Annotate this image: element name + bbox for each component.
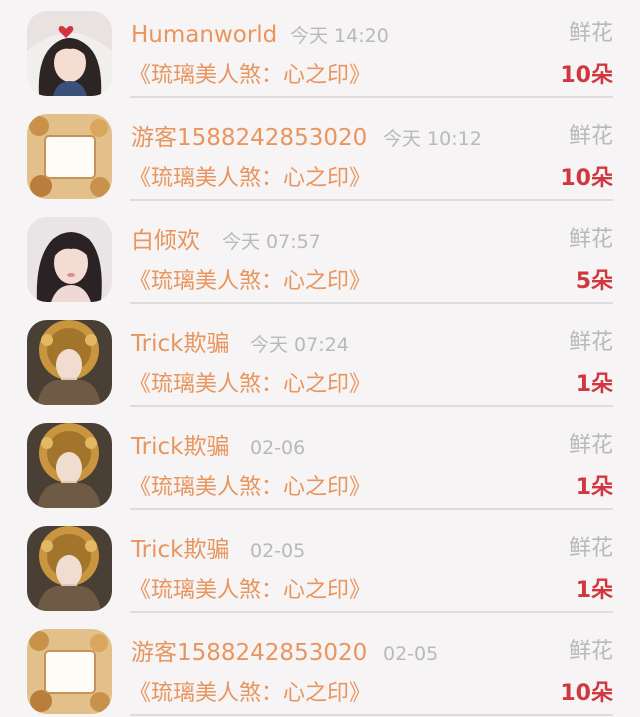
- avatar[interactable]: [27, 217, 112, 302]
- gift-type: 鲜花: [568, 124, 613, 149]
- girl-heart-avatar-icon: [27, 11, 112, 96]
- avatar[interactable]: [27, 11, 112, 96]
- gift-type: 鲜花: [568, 227, 613, 252]
- row-divider: [130, 302, 613, 304]
- ornate-headdress-avatar-icon: [27, 320, 112, 405]
- username[interactable]: 游客1588242853020: [131, 638, 367, 668]
- book-title[interactable]: 《琉璃美人煞：心之印》: [129, 577, 371, 605]
- book-title[interactable]: 《琉璃美人煞：心之印》: [129, 268, 371, 296]
- row-divider: [130, 96, 613, 98]
- username[interactable]: Trick欺骗: [131, 535, 229, 565]
- timestamp: 02-05: [250, 540, 306, 562]
- gift-record-row[interactable]: Trick欺骗 02-05 鲜花 《琉璃美人煞：心之印》 1朵: [0, 515, 640, 618]
- book-title[interactable]: 《琉璃美人煞：心之印》: [129, 474, 371, 502]
- row-divider: [130, 714, 613, 716]
- avatar[interactable]: [27, 526, 112, 611]
- gift-count: 5朵: [575, 269, 613, 294]
- timestamp: 今天 10:12: [383, 128, 482, 150]
- gift-record-row[interactable]: 白倾欢 今天 07:57 鲜花 《琉璃美人煞：心之印》 5朵: [0, 206, 640, 309]
- woman-portrait-avatar-icon: [27, 217, 112, 302]
- timestamp: 今天 07:24: [250, 334, 349, 356]
- timestamp: 今天 07:57: [222, 231, 321, 253]
- gift-type: 鲜花: [568, 536, 613, 561]
- floral-frame-avatar-icon: [27, 114, 112, 199]
- gift-count: 1朵: [575, 475, 613, 500]
- gift-count: 10朵: [560, 681, 613, 706]
- row-divider: [130, 611, 613, 613]
- timestamp: 今天 14:20: [290, 25, 389, 47]
- gift-record-row[interactable]: 游客1588242853020 02-05 鲜花 《琉璃美人煞：心之印》 10朵: [0, 618, 640, 717]
- gift-count: 10朵: [560, 166, 613, 191]
- gift-type: 鲜花: [568, 330, 613, 355]
- avatar[interactable]: [27, 114, 112, 199]
- gift-record-row[interactable]: Trick欺骗 02-06 鲜花 《琉璃美人煞：心之印》 1朵: [0, 412, 640, 515]
- avatar[interactable]: [27, 423, 112, 508]
- gift-type: 鲜花: [568, 21, 613, 46]
- floral-frame-avatar-icon: [27, 629, 112, 714]
- avatar[interactable]: [27, 629, 112, 714]
- gift-record-row[interactable]: Humanworld 今天 14:20 鲜花 《琉璃美人煞：心之印》 10朵: [0, 0, 640, 103]
- timestamp: 02-06: [250, 437, 306, 459]
- row-divider: [130, 508, 613, 510]
- gift-record-row[interactable]: 游客1588242853020 今天 10:12 鲜花 《琉璃美人煞：心之印》 …: [0, 103, 640, 206]
- ornate-headdress-avatar-icon: [27, 423, 112, 508]
- username[interactable]: Trick欺骗: [131, 329, 229, 359]
- gift-count: 1朵: [575, 578, 613, 603]
- gift-count: 1朵: [575, 372, 613, 397]
- username[interactable]: Humanworld: [131, 20, 277, 50]
- book-title[interactable]: 《琉璃美人煞：心之印》: [129, 680, 371, 708]
- book-title[interactable]: 《琉璃美人煞：心之印》: [129, 371, 371, 399]
- book-title[interactable]: 《琉璃美人煞：心之印》: [129, 62, 371, 90]
- avatar[interactable]: [27, 320, 112, 405]
- book-title[interactable]: 《琉璃美人煞：心之印》: [129, 165, 371, 193]
- username[interactable]: 游客1588242853020: [131, 123, 367, 153]
- gift-count: 10朵: [560, 63, 613, 88]
- gift-type: 鲜花: [568, 639, 613, 664]
- gift-record-list: Humanworld 今天 14:20 鲜花 《琉璃美人煞：心之印》 10朵 游…: [0, 0, 640, 717]
- gift-record-row[interactable]: Trick欺骗 今天 07:24 鲜花 《琉璃美人煞：心之印》 1朵: [0, 309, 640, 412]
- ornate-headdress-avatar-icon: [27, 526, 112, 611]
- row-divider: [130, 405, 613, 407]
- gift-type: 鲜花: [568, 433, 613, 458]
- username[interactable]: 白倾欢: [131, 226, 200, 256]
- timestamp: 02-05: [383, 643, 439, 665]
- username[interactable]: Trick欺骗: [131, 432, 229, 462]
- row-divider: [130, 199, 613, 201]
